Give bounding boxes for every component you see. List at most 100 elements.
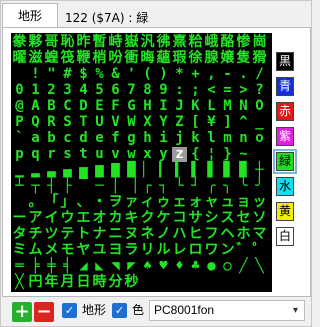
char-cell[interactable]: ▕ xyxy=(124,179,139,194)
char-cell[interactable]: ス xyxy=(220,211,235,226)
char-cell[interactable]: ゥ xyxy=(156,195,171,210)
char-cell[interactable]: ル xyxy=(156,243,171,258)
char-cell[interactable]: N xyxy=(236,99,251,114)
char-cell[interactable]: f xyxy=(108,131,123,146)
char-cell[interactable]: 」 xyxy=(60,195,75,210)
char-cell[interactable]: H xyxy=(140,99,155,114)
char-cell[interactable]: 彿 xyxy=(156,35,171,50)
char-cell[interactable]: █ xyxy=(124,163,139,178)
palette-swatch[interactable]: 白 xyxy=(276,227,294,246)
char-cell[interactable]: 峙 xyxy=(108,35,123,50)
char-cell[interactable]: 。 xyxy=(28,195,43,210)
char-cell[interactable]: ─ xyxy=(92,179,107,194)
char-cell[interactable]: ╰ xyxy=(236,179,251,194)
char-cell[interactable]: > xyxy=(236,83,251,98)
char-cell[interactable]: ネ xyxy=(140,227,155,242)
char-cell[interactable]: ゜ xyxy=(252,243,267,258)
char-cell[interactable]: 蘊 xyxy=(156,51,171,66)
char-cell[interactable]: オ xyxy=(92,211,107,226)
char-cell[interactable] xyxy=(236,275,251,290)
char-cell[interactable]: k xyxy=(188,131,203,146)
char-cell[interactable]: T xyxy=(76,115,91,130)
char-cell[interactable]: ▇ xyxy=(108,163,123,178)
char-cell[interactable]: ロ xyxy=(188,243,203,258)
char-cell[interactable]: ] xyxy=(220,115,235,130)
char-cell[interactable]: ) xyxy=(156,67,171,82)
char-cell[interactable]: g xyxy=(124,131,139,146)
char-cell[interactable]: J xyxy=(172,99,187,114)
char-cell[interactable]: ╱ xyxy=(236,259,251,274)
char-cell[interactable]: ヤ xyxy=(76,243,91,258)
char-cell[interactable] xyxy=(204,275,219,290)
char-cell[interactable]: n xyxy=(236,131,251,146)
char-cell[interactable]: 梢 xyxy=(92,51,107,66)
char-cell[interactable]: x xyxy=(140,147,155,162)
char-cell[interactable]: 衝 xyxy=(124,51,139,66)
char-cell[interactable]: ▁ xyxy=(12,163,27,178)
char-cell[interactable]: ♣ xyxy=(188,259,203,274)
char-cell[interactable]: ╡ xyxy=(60,259,75,274)
char-cell[interactable]: ╲ xyxy=(252,259,267,274)
char-cell[interactable]: 1 xyxy=(28,83,43,98)
char-cell[interactable] xyxy=(220,275,235,290)
char-cell[interactable]: E xyxy=(92,99,107,114)
char-cell[interactable]: ¦ xyxy=(204,147,219,162)
char-cell[interactable]: 筏 xyxy=(60,51,75,66)
char-cell[interactable]: 6 xyxy=(108,83,123,98)
char-cell[interactable]: 粭 xyxy=(188,35,203,50)
char-cell[interactable]: ァ xyxy=(124,195,139,210)
char-cell[interactable]: ● xyxy=(204,259,219,274)
char-cell[interactable]: ム xyxy=(28,243,43,258)
char-cell[interactable]: ヒ xyxy=(188,227,203,242)
char-cell[interactable]: メ xyxy=(44,243,59,258)
char-cell[interactable]: 9 xyxy=(156,83,171,98)
char-cell[interactable]: 恥 xyxy=(60,35,75,50)
char-cell[interactable]: ▍ xyxy=(172,163,187,178)
char-cell[interactable]: % xyxy=(92,67,107,82)
char-cell[interactable]: 隻 xyxy=(236,51,251,66)
char-cell[interactable]: ヌ xyxy=(124,227,139,242)
char-cell[interactable]: y xyxy=(156,147,171,162)
char-cell[interactable] xyxy=(12,195,27,210)
char-cell[interactable]: ┬ xyxy=(28,179,43,194)
char-cell[interactable]: 瑕 xyxy=(172,51,187,66)
char-cell[interactable]: ト xyxy=(76,227,91,242)
char-cell[interactable]: 峨 xyxy=(204,35,219,50)
char-cell[interactable] xyxy=(188,275,203,290)
char-cell[interactable]: ャ xyxy=(204,195,219,210)
char-cell[interactable]: * xyxy=(172,67,187,82)
char-cell[interactable]: ' xyxy=(124,67,139,82)
char-cell[interactable]: ^ xyxy=(236,115,251,130)
char-cell[interactable]: ラ xyxy=(124,243,139,258)
char-cell[interactable]: ╳ xyxy=(12,275,27,290)
char-cell[interactable]: 分 xyxy=(108,275,123,290)
char-cell[interactable]: ♠ xyxy=(140,259,155,274)
remove-button[interactable]: − xyxy=(34,302,54,322)
char-cell[interactable]: M xyxy=(220,99,235,114)
char-cell[interactable]: ! xyxy=(28,67,43,82)
char-cell[interactable]: ┘ xyxy=(188,179,203,194)
char-cell[interactable]: イ xyxy=(44,211,59,226)
char-cell[interactable]: ▉ xyxy=(236,163,251,178)
char-cell[interactable]: ▊ xyxy=(220,163,235,178)
char-cell[interactable]: ナ xyxy=(92,227,107,242)
char-cell[interactable] xyxy=(12,67,27,82)
char-cell[interactable]: ◢ xyxy=(76,259,91,274)
char-cell[interactable]: i xyxy=(156,131,171,146)
char-cell[interactable]: 「 xyxy=(44,195,59,210)
char-cell[interactable]: c xyxy=(60,131,75,146)
char-cell[interactable]: ェ xyxy=(172,195,187,210)
char-cell[interactable]: ▄ xyxy=(60,163,75,178)
char-cell[interactable]: s xyxy=(60,147,75,162)
char-cell[interactable] xyxy=(156,275,171,290)
char-cell[interactable]: w xyxy=(124,147,139,162)
char-cell[interactable]: p xyxy=(12,147,27,162)
char-cell[interactable]: フ xyxy=(204,227,219,242)
char-cell[interactable]: 暫 xyxy=(92,35,107,50)
char-cell[interactable]: 月 xyxy=(60,275,75,290)
char-cell[interactable]: = xyxy=(220,83,235,98)
char-cell[interactable]: G xyxy=(124,99,139,114)
char-cell[interactable]: サ xyxy=(188,211,203,226)
char-cell[interactable]: カ xyxy=(108,211,123,226)
char-cell[interactable]: シ xyxy=(204,211,219,226)
